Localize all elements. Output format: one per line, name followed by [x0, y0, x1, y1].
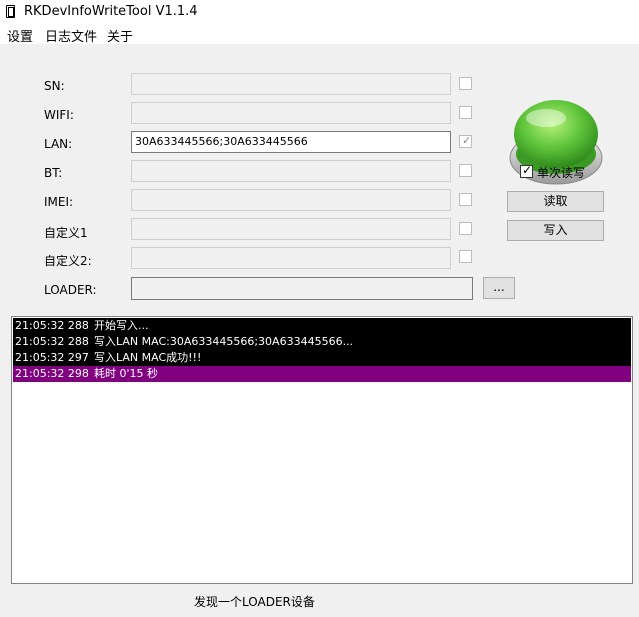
- lan-label: LAN:: [44, 137, 73, 151]
- custom2-checkbox[interactable]: [459, 250, 472, 263]
- bt-label: BT:: [44, 166, 63, 180]
- custom1-label: 自定义1: [44, 226, 88, 240]
- sn-checkbox[interactable]: [459, 77, 472, 90]
- phone-icon: [6, 5, 15, 18]
- check-mark-icon: ✓: [522, 163, 533, 177]
- check-mark-icon: ✓: [462, 134, 472, 147]
- log-time: 21:05:32 288: [15, 319, 89, 332]
- title-bar: RKDevInfoWriteTool V1.1.4: [0, 0, 639, 24]
- log-row: 21:05:32 288 写入LAN MAC:30A633445566;30A6…: [13, 334, 631, 350]
- log-row-selected: 21:05:32 298 耗时 0'15 秒: [13, 366, 631, 382]
- bt-checkbox[interactable]: [459, 164, 472, 177]
- custom2-label: 自定义2:: [44, 254, 92, 268]
- loader-path-field[interactable]: [131, 277, 473, 300]
- custom1-checkbox[interactable]: [459, 222, 472, 235]
- wifi-checkbox[interactable]: [459, 106, 472, 119]
- imei-label: IMEI:: [44, 195, 74, 209]
- wifi-field[interactable]: [131, 102, 451, 124]
- menu-log-file[interactable]: 日志文件: [45, 26, 97, 45]
- lan-checkbox[interactable]: ✓: [459, 134, 472, 148]
- log-list[interactable]: 21:05:32 288 开始写入... 21:05:32 288 写入LAN …: [11, 316, 633, 584]
- browse-button[interactable]: ...: [483, 277, 515, 299]
- read-button[interactable]: 读取: [507, 191, 604, 212]
- window-title: RKDevInfoWriteTool V1.1.4: [24, 4, 198, 19]
- wifi-label: WIFI:: [44, 108, 74, 122]
- log-message: 开始写入...: [94, 319, 149, 332]
- custom2-field[interactable]: [131, 247, 451, 269]
- lan-field[interactable]: 30A633445566;30A633445566: [131, 131, 451, 153]
- menu-bar: 设置 日志文件 关于: [0, 24, 639, 45]
- log-message: 写入LAN MAC成功!!!: [94, 351, 202, 364]
- log-row: 21:05:32 288 开始写入...: [13, 318, 631, 334]
- custom1-field[interactable]: [131, 218, 451, 240]
- sn-label: SN:: [44, 79, 65, 93]
- log-time: 21:05:32 288: [15, 335, 89, 348]
- bt-field[interactable]: [131, 160, 451, 182]
- imei-field[interactable]: [131, 189, 451, 211]
- main-panel: SN: WIFI: LAN: 30A633445566;30A633445566…: [0, 44, 639, 617]
- single-rw-label: 单次读写: [537, 166, 586, 180]
- sn-field[interactable]: [131, 73, 451, 95]
- single-rw-box[interactable]: ✓: [520, 163, 533, 178]
- log-row: 21:05:32 297 写入LAN MAC成功!!!: [13, 350, 631, 366]
- menu-settings[interactable]: 设置: [7, 26, 33, 45]
- menu-about[interactable]: 关于: [107, 26, 133, 45]
- log-message: 写入LAN MAC:30A633445566;30A633445566...: [94, 335, 354, 348]
- write-button[interactable]: 写入: [507, 220, 604, 241]
- imei-checkbox[interactable]: [459, 193, 472, 206]
- status-text: 发现一个LOADER设备: [194, 595, 315, 609]
- loader-label: LOADER:: [44, 283, 97, 297]
- log-time: 21:05:32 298: [15, 367, 89, 380]
- log-message: 耗时 0'15 秒: [94, 367, 159, 380]
- log-time: 21:05:32 297: [15, 351, 89, 364]
